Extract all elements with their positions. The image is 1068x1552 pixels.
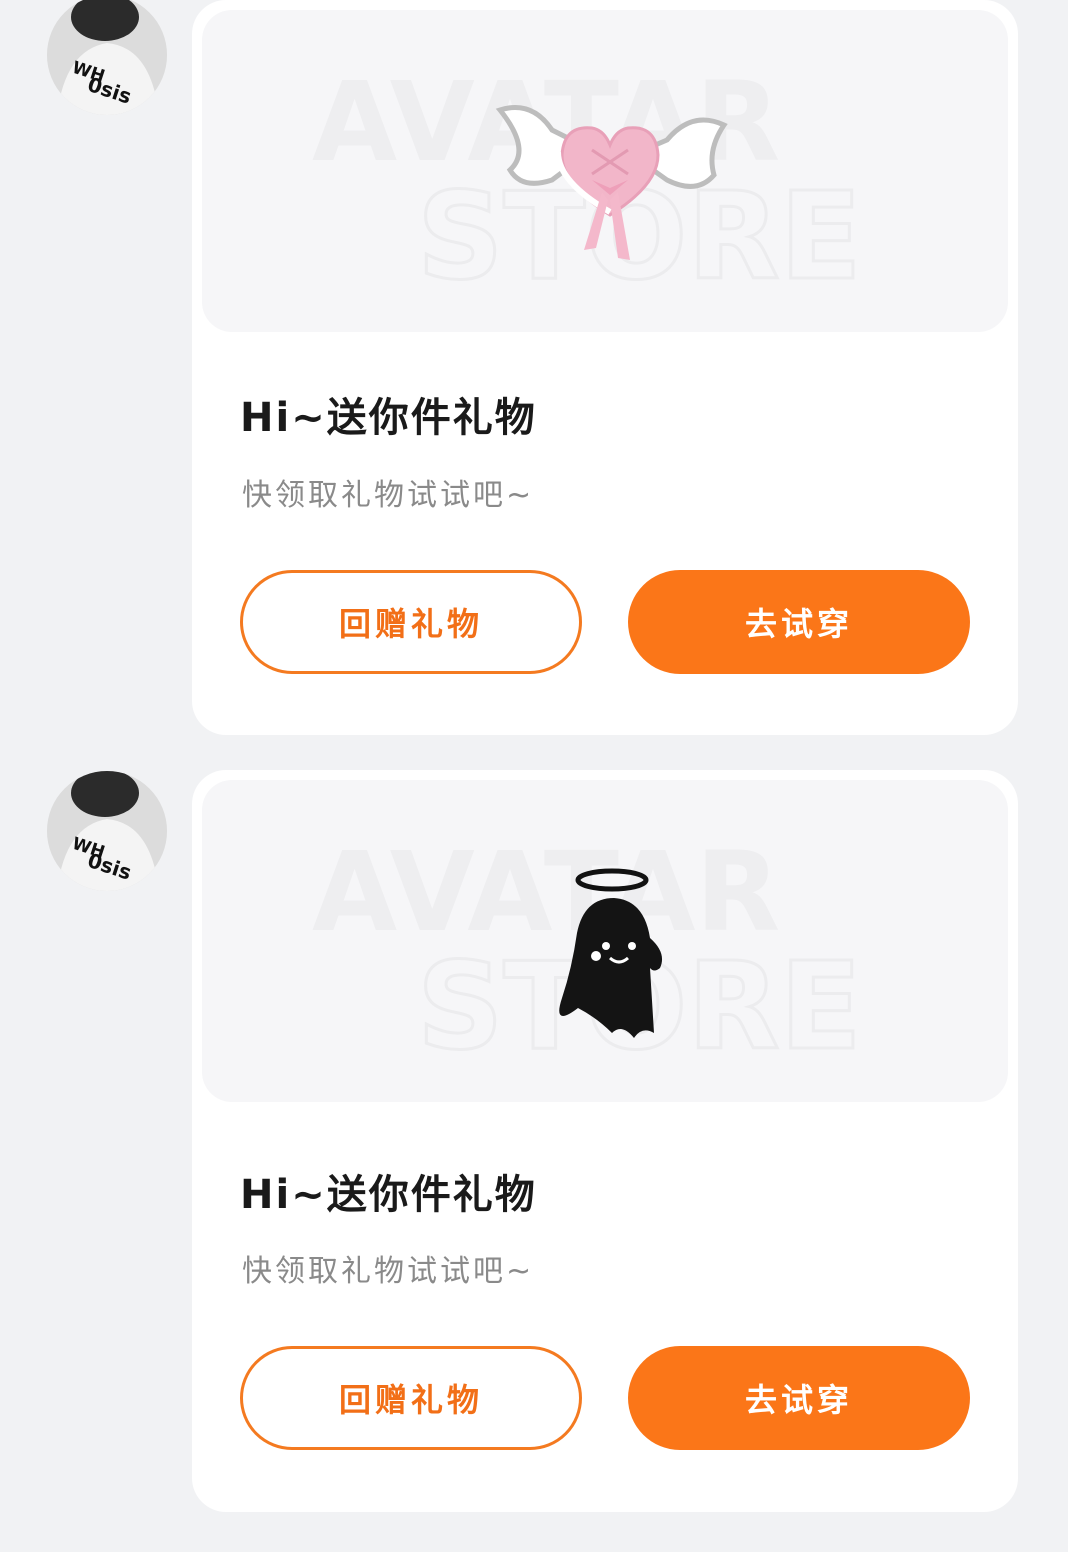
gift-preview: AVATAR STORE [202,10,1008,332]
gift-subtitle: 快领取礼物试试吧~ [242,1254,535,1289]
try-on-button[interactable]: 去试穿 [628,570,970,674]
gift-preview: AVATAR STORE [202,780,1008,1102]
sender-avatar[interactable]: WH 0sis [47,0,167,115]
return-gift-button[interactable]: 回赠礼物 [240,570,582,674]
gift-title: Hi~送你件礼物 [240,1172,537,1218]
gift-card: AVATAR STORE Hi~送你件礼物 快领取礼物试试吧~ 回赠礼物 去试穿 [192,0,1018,735]
gift-subtitle: 快领取礼物试试吧~ [242,478,535,513]
angel-ghost-icon [559,868,663,1038]
heart-bow-hair-accessory-icon [495,105,728,260]
gift-card: AVATAR STORE Hi~送你件礼物 快领取礼物试试吧~ 回赠礼物 去试穿 [192,770,1018,1512]
try-on-button[interactable]: 去试穿 [628,1346,970,1450]
return-gift-button[interactable]: 回赠礼物 [240,1346,582,1450]
sender-avatar[interactable]: WH 0sis [47,771,167,891]
gift-title: Hi~送你件礼物 [240,395,537,441]
